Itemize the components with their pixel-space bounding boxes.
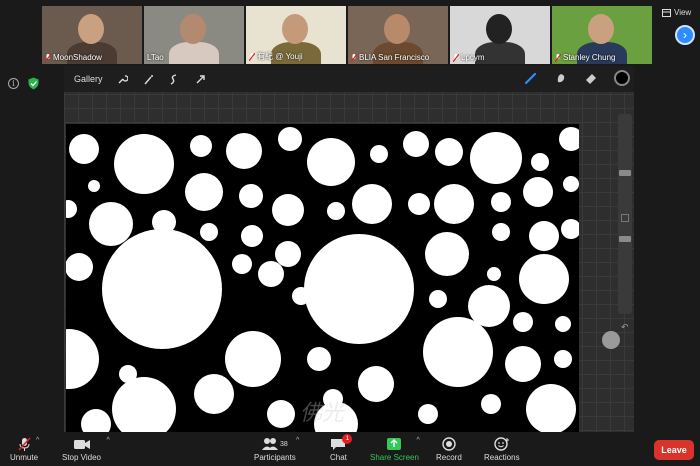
participants-button[interactable]: 38 ^ Participants [254, 435, 299, 462]
participant-tile[interactable]: MoonShadow [42, 6, 142, 64]
participants-count: 38 [280, 440, 288, 448]
reactions-label: Reactions [484, 453, 520, 462]
zoom-meeting-window: MoonShadow LTao 有紀 @ Youji BLIA San Francis… [0, 0, 700, 466]
share-screen-icon: ^ [386, 435, 420, 453]
participant-face [588, 14, 614, 44]
participant-strip: MoonShadow LTao 有紀 @ Youji BLIA San Francis… [42, 6, 652, 64]
grid-view-icon [662, 8, 671, 17]
participant-name: BLIA San Francisco [359, 53, 430, 62]
chat-button[interactable]: 1 Chat [330, 434, 353, 462]
participant-name-tag: LTao [147, 53, 164, 62]
chat-label: Chat [330, 453, 347, 462]
participant-silhouette [169, 42, 219, 64]
record-button[interactable]: Record [436, 435, 462, 462]
share-screen-button[interactable]: ^ Share Screen [370, 435, 420, 462]
opacity-knob[interactable] [619, 236, 631, 242]
undo-icon[interactable]: ↶ [621, 322, 629, 333]
participant-name-tag: MoonShadow [45, 53, 102, 62]
muted-mic-icon [453, 53, 459, 62]
participant-tile[interactable]: BLIA San Francisco [348, 6, 448, 64]
share-caret-icon[interactable]: ^ [416, 437, 419, 444]
participant-tile[interactable]: Stanley Chung [552, 6, 652, 64]
participants-caret-icon[interactable]: ^ [296, 437, 299, 444]
transform-arrow-icon[interactable] [195, 73, 207, 85]
color-picker-swatch[interactable] [614, 70, 630, 86]
meeting-toolbar: ^ Unmute ^ Stop Video 38 ^ Participants … [0, 432, 700, 466]
smudge-icon[interactable] [554, 71, 568, 85]
encryption-shield-icon[interactable] [28, 77, 39, 90]
muted-mic-icon [351, 53, 357, 62]
participant-face [282, 14, 308, 44]
unmute-button[interactable]: ^ Unmute [10, 435, 39, 462]
participant-face [486, 14, 512, 44]
video-camera-icon: ^ [73, 435, 110, 453]
chat-unread-badge: 1 [342, 434, 353, 444]
brush-size-knob[interactable] [619, 170, 631, 176]
participant-face [384, 14, 410, 44]
smiley-plus-icon [494, 435, 510, 453]
magic-wand-icon[interactable] [143, 73, 155, 85]
unmute-label: Unmute [10, 453, 39, 462]
participant-tile[interactable]: Lpcym [450, 6, 550, 64]
participant-name-tag: BLIA San Francisco [351, 53, 429, 62]
view-button-label: View [674, 8, 692, 17]
selection-icon[interactable] [169, 73, 181, 85]
procreate-right-tools [524, 70, 630, 86]
participant-tile[interactable]: 有紀 @ Youji [246, 6, 346, 64]
video-caret-icon[interactable]: ^ [107, 437, 110, 444]
next-page-button[interactable]: › [675, 25, 695, 45]
drawing-canvas[interactable] [66, 124, 579, 432]
leave-button[interactable]: Leave [654, 440, 694, 460]
participants-icon: 38 ^ [262, 435, 299, 453]
participant-name-tag: Stanley Chung [555, 53, 615, 62]
gallery-button[interactable]: Gallery [74, 74, 103, 84]
participant-name: Stanley Chung [563, 53, 616, 62]
muted-mic-icon [45, 53, 51, 62]
participant-tile[interactable]: LTao [144, 6, 244, 64]
participant-name-tag: Lpcym [453, 53, 485, 62]
stop-video-label: Stop Video [62, 453, 101, 462]
shared-screen: Gallery ↶ [64, 66, 634, 432]
chat-bubble-icon: 1 [330, 434, 353, 453]
eraser-icon[interactable] [584, 71, 598, 85]
participant-name: LTao [147, 53, 164, 62]
info-icon[interactable]: i [8, 78, 19, 89]
muted-mic-icon [555, 53, 561, 62]
assist-bubble[interactable] [602, 331, 620, 349]
participants-label: Participants [254, 453, 296, 462]
modify-button[interactable] [621, 214, 629, 222]
chevron-right-icon: › [683, 28, 687, 42]
participant-name: Lpcym [461, 53, 485, 62]
reactions-button[interactable]: Reactions [484, 435, 520, 462]
participant-face [78, 14, 104, 44]
brush-icon[interactable] [524, 71, 538, 85]
brush-size-slider[interactable] [618, 114, 632, 314]
record-label: Record [436, 453, 462, 462]
participant-name-tag: 有紀 @ Youji [249, 51, 303, 62]
muted-mic-icon [249, 52, 255, 61]
wrench-icon[interactable] [117, 73, 129, 85]
procreate-top-bar: Gallery [64, 66, 634, 92]
participant-name: MoonShadow [53, 53, 102, 62]
unmute-caret-icon[interactable]: ^ [36, 437, 39, 444]
stop-video-button[interactable]: ^ Stop Video [62, 435, 110, 462]
record-icon [442, 435, 456, 453]
participant-face [180, 14, 206, 44]
mic-muted-icon: ^ [16, 435, 39, 453]
share-screen-label: Share Screen [370, 453, 419, 462]
view-button[interactable]: View [662, 8, 691, 17]
participant-name: 有紀 @ Youji [257, 52, 303, 61]
